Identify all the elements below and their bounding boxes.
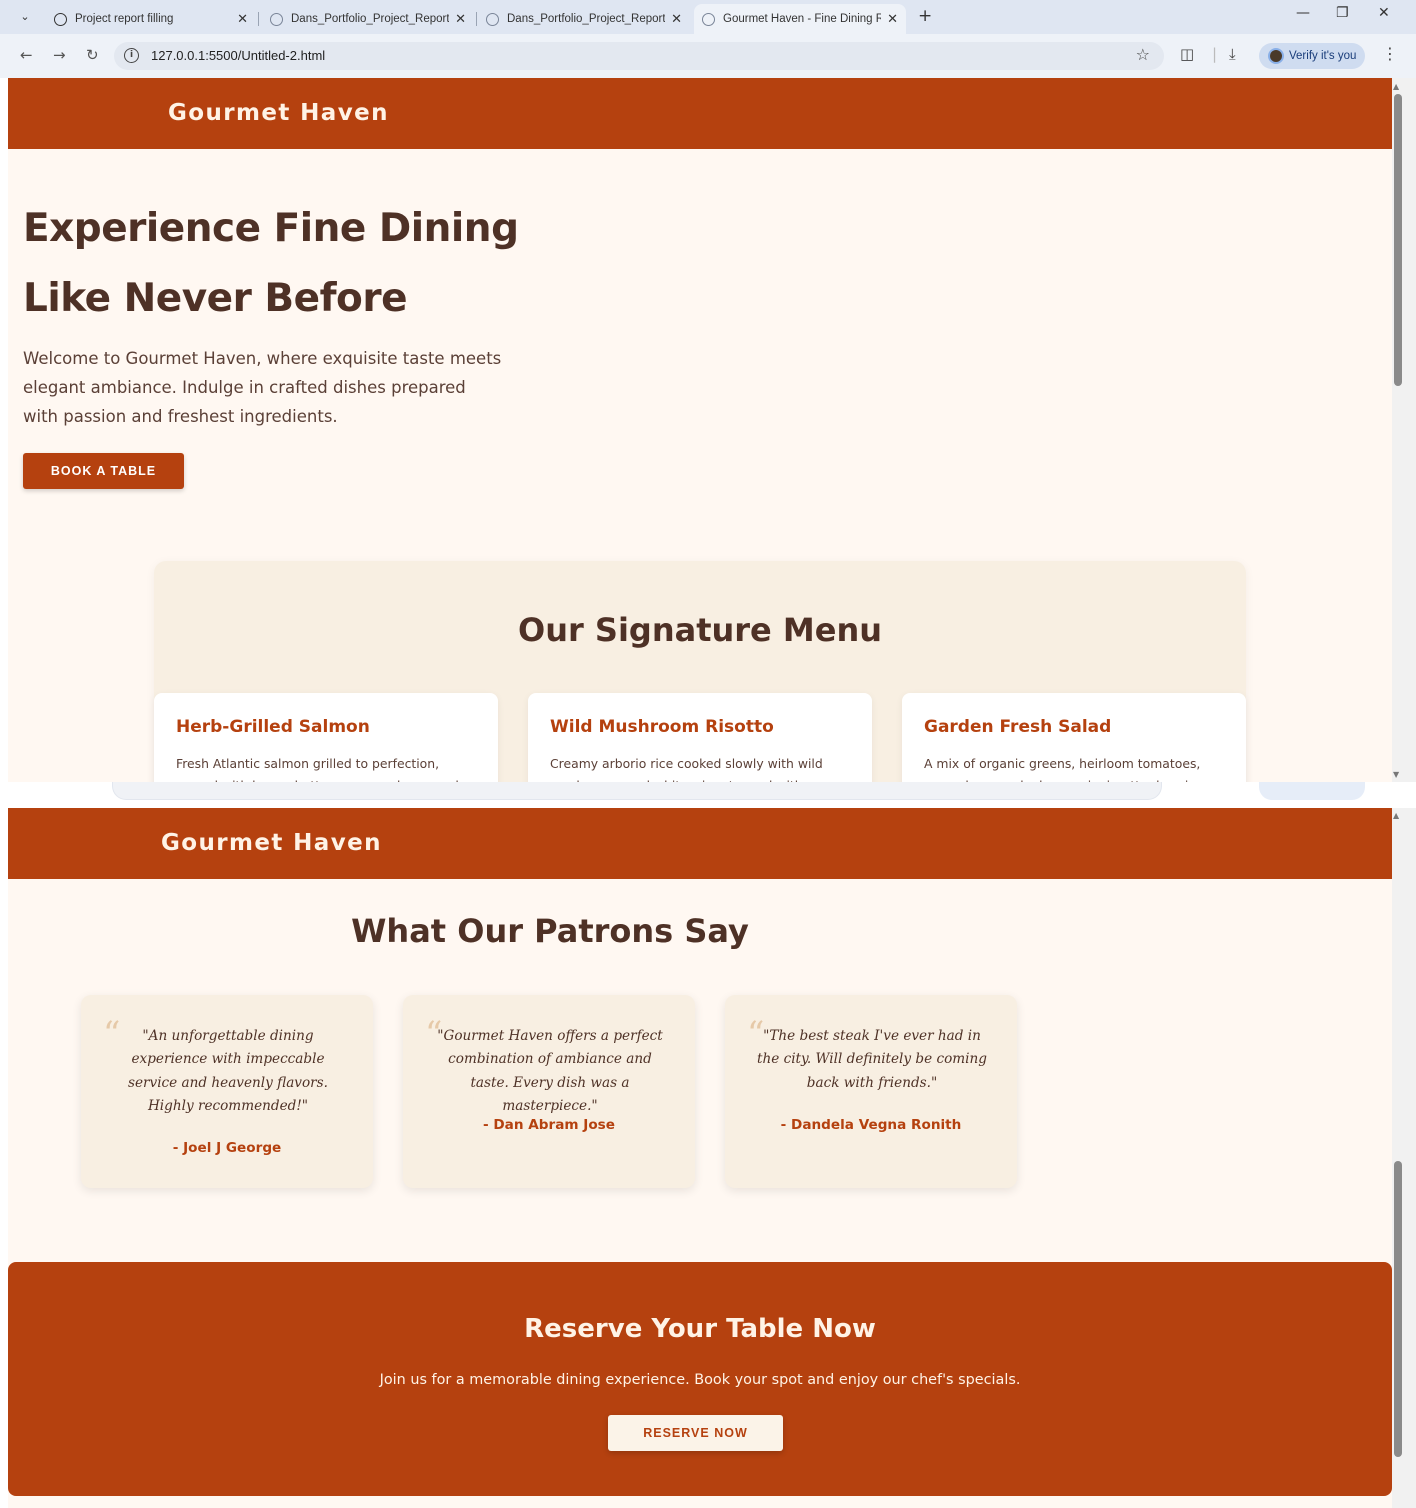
globe-favicon-icon bbox=[270, 12, 283, 26]
testimonial-author: - Dan Abram Jose bbox=[483, 1117, 615, 1133]
reserve-title: Reserve Your Table Now bbox=[524, 1314, 876, 1344]
scrollbar-top[interactable]: ▲ ▼ bbox=[1392, 78, 1416, 782]
hero-description: Welcome to Gourmet Haven, where exquisit… bbox=[23, 349, 502, 426]
more-menu-icon[interactable]: ⋮ bbox=[1382, 44, 1398, 63]
scrollbar-thumb[interactable] bbox=[1394, 94, 1402, 386]
page-viewport-bottom: Gourmet Haven What Our Patrons Say “ "An… bbox=[8, 808, 1392, 1508]
brand-logo[interactable]: Gourmet Haven bbox=[168, 100, 389, 126]
menu-item-name: Herb-Grilled Salmon bbox=[176, 717, 370, 737]
signature-menu-section: Our Signature Menu Herb-Grilled Salmon F… bbox=[154, 561, 1246, 782]
new-tab-plus-icon[interactable]: + bbox=[918, 6, 932, 26]
tab-separator bbox=[476, 12, 477, 26]
tab-strip: ⌄ Project report filling ✕ Dans_Portfoli… bbox=[0, 0, 1416, 34]
tab-gourmet-haven[interactable]: Gourmet Haven - Fine Dining R ✕ bbox=[694, 4, 906, 34]
tab-portfolio-report-1[interactable]: Dans_Portfolio_Project_Report_ ✕ bbox=[262, 4, 474, 34]
testimonial-card: “ "The best steak I've ever had in the c… bbox=[725, 995, 1017, 1188]
close-tab-icon[interactable]: ✕ bbox=[455, 11, 466, 27]
minimize-icon[interactable]: — bbox=[1296, 5, 1310, 21]
page-viewport-top: Gourmet Haven Experience Fine Dining Lik… bbox=[8, 78, 1392, 782]
scrollbar-thumb[interactable] bbox=[1394, 1161, 1402, 1457]
tab-separator bbox=[258, 12, 259, 26]
scroll-down-arrow-icon[interactable]: ▼ bbox=[1393, 770, 1399, 779]
testimonial-card: “ "Gourmet Haven offers a perfect combin… bbox=[403, 995, 695, 1188]
globe-favicon-icon bbox=[702, 12, 715, 26]
reserve-description: Join us for a memorable dining experienc… bbox=[379, 1372, 1021, 1388]
address-bar-fragment bbox=[112, 782, 1162, 800]
scrollbar-bottom[interactable]: ▲ bbox=[1392, 808, 1416, 1508]
reserve-section: Reserve Your Table Now Join us for a mem… bbox=[8, 1262, 1392, 1496]
forward-arrow-icon[interactable]: → bbox=[53, 46, 66, 64]
profile-pill-fragment bbox=[1259, 782, 1365, 800]
browser-toolbar: ← → ↻ i 127.0.0.1:5500/Untitled-2.html ☆… bbox=[0, 34, 1416, 78]
tab-project-report[interactable]: Project report filling ✕ bbox=[46, 4, 256, 34]
address-bar[interactable]: i 127.0.0.1:5500/Untitled-2.html ☆ bbox=[114, 42, 1164, 70]
brand-logo[interactable]: Gourmet Haven bbox=[161, 830, 382, 856]
close-tab-icon[interactable]: ✕ bbox=[237, 11, 248, 27]
testimonial-author: - Dandela Vegna Ronith bbox=[780, 1117, 962, 1133]
menu-item-name: Wild Mushroom Risotto bbox=[550, 717, 774, 737]
reload-icon[interactable]: ↻ bbox=[86, 46, 99, 64]
menu-item-description: Creamy arborio rice cooked slowly with w… bbox=[550, 756, 823, 782]
testimonial-quote: "Gourmet Haven offers a perfect combinat… bbox=[437, 1028, 663, 1115]
site-info-icon[interactable]: i bbox=[124, 48, 139, 63]
testimonial-quote: "An unforgettable dining experience with… bbox=[128, 1028, 328, 1115]
screenshot-seam bbox=[0, 782, 1416, 808]
testimonials-title: What Our Patrons Say bbox=[351, 912, 749, 950]
url-text[interactable]: 127.0.0.1:5500/Untitled-2.html bbox=[151, 48, 325, 63]
restore-icon[interactable]: ❐ bbox=[1336, 5, 1349, 21]
site-header: Gourmet Haven bbox=[8, 78, 1392, 149]
bookmark-star-icon[interactable]: ☆ bbox=[1136, 45, 1150, 64]
tab-portfolio-report-2[interactable]: Dans_Portfolio_Project_Report. ✕ bbox=[478, 4, 690, 34]
menu-card: Wild Mushroom Risotto Creamy arborio ric… bbox=[528, 693, 872, 782]
profile-verify-button[interactable]: Verify it's you bbox=[1259, 43, 1365, 69]
testimonial-card: “ "An unforgettable dining experience wi… bbox=[81, 995, 373, 1188]
menu-item-description: Fresh Atlantic salmon grilled to perfect… bbox=[176, 756, 459, 782]
menu-title: Our Signature Menu bbox=[517, 611, 882, 649]
scroll-up-arrow-icon[interactable]: ▲ bbox=[1393, 82, 1399, 91]
back-arrow-icon[interactable]: ← bbox=[20, 46, 33, 64]
extensions-puzzle-icon[interactable]: ◫ bbox=[1180, 45, 1194, 63]
menu-card: Garden Fresh Salad A mix of organic gree… bbox=[902, 693, 1246, 782]
close-tab-icon[interactable]: ✕ bbox=[671, 11, 682, 27]
menu-card: Herb-Grilled Salmon Fresh Atlantic salmo… bbox=[154, 693, 498, 782]
menu-item-name: Garden Fresh Salad bbox=[924, 717, 1112, 737]
toolbar-divider: | bbox=[1212, 45, 1218, 63]
reserve-now-button[interactable]: RESERVE NOW bbox=[608, 1415, 783, 1451]
menu-item-description: A mix of organic greens, heirloom tomato… bbox=[924, 756, 1208, 782]
book-table-button[interactable]: BOOK A TABLE bbox=[23, 453, 184, 489]
testimonial-quote: "The best steak I've ever had in the cit… bbox=[757, 1028, 987, 1091]
close-window-icon[interactable]: ✕ bbox=[1378, 5, 1390, 21]
hero-title: Experience Fine Dining Like Never Before bbox=[23, 206, 519, 321]
testimonial-author: - Joel J George bbox=[172, 1140, 282, 1156]
tab-search-chevron-icon[interactable]: ⌄ bbox=[14, 6, 36, 28]
site-header-sticky: Gourmet Haven bbox=[8, 808, 1392, 879]
avatar bbox=[1268, 48, 1284, 64]
close-tab-icon[interactable]: ✕ bbox=[887, 11, 898, 27]
scroll-up-arrow-icon[interactable]: ▲ bbox=[1393, 811, 1399, 820]
globe-favicon-icon bbox=[486, 12, 499, 26]
download-icon[interactable]: ⤓ bbox=[1229, 45, 1236, 63]
chatgpt-favicon-icon bbox=[54, 12, 67, 26]
